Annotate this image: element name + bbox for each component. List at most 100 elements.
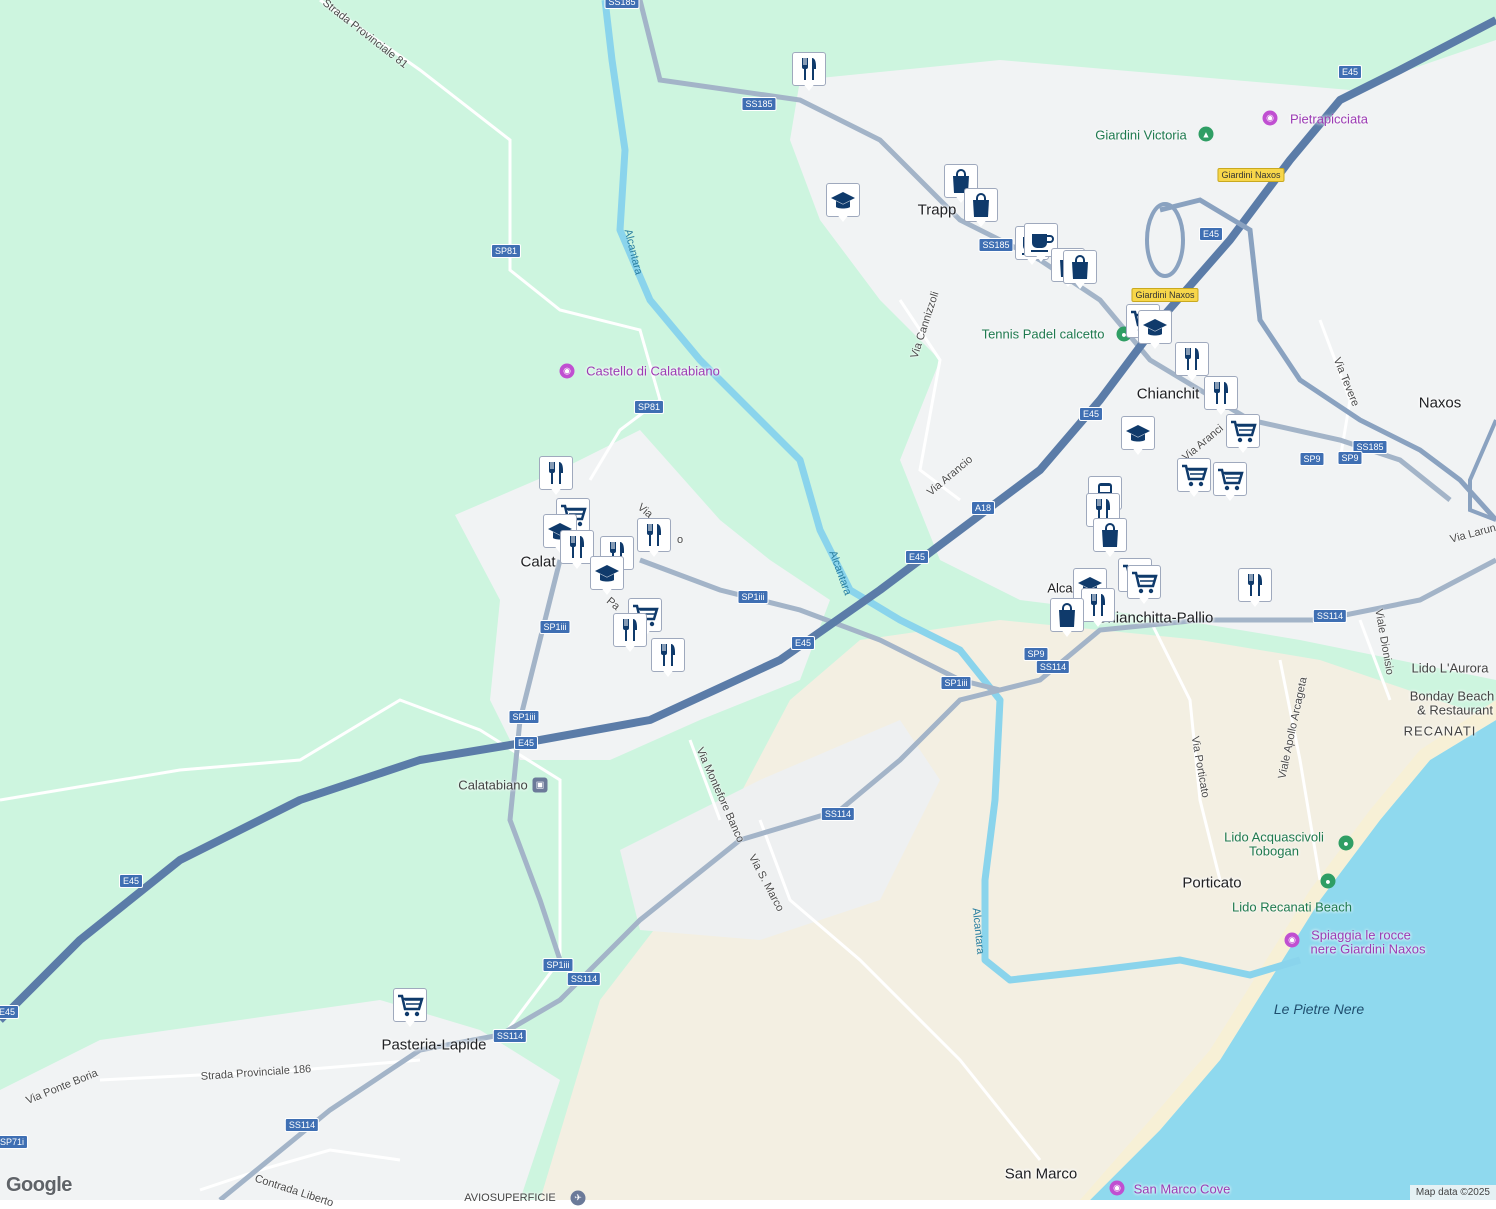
town-label-alcantara: Alca	[1047, 580, 1073, 596]
poi-label-san-marco-cove[interactable]: San Marco Cove	[1134, 1182, 1231, 1197]
road-shield: E45	[1078, 407, 1104, 421]
map-marker-restaurant[interactable]	[560, 530, 594, 572]
camera-icon: ◉	[1284, 932, 1300, 948]
map-marker-school[interactable]	[1121, 416, 1155, 458]
road-shield: SS114	[820, 807, 856, 821]
restaurant-icon	[1091, 594, 1105, 616]
school-icon	[831, 192, 855, 209]
camera-icon: ◉	[1109, 1180, 1125, 1196]
poi-label-station[interactable]: Calatabiano	[458, 778, 527, 793]
road-shield: E45	[1198, 227, 1224, 241]
poi-label-aviosuperficie[interactable]: AVIOSUPERFICIE	[464, 1192, 555, 1204]
park-icon: ●	[1320, 873, 1336, 889]
poi-label-spiaggia-2[interactable]: nere Giardini Naxos	[1311, 942, 1426, 957]
map-marker-restaurant[interactable]	[1081, 588, 1115, 630]
map-marker-restaurant[interactable]	[792, 52, 826, 94]
map-marker-school[interactable]	[826, 183, 860, 225]
sea-label-pietre-nere: Le Pietre Nere	[1273, 1001, 1365, 1017]
restaurant-icon	[661, 644, 675, 666]
road-shield: SS114	[566, 972, 602, 986]
map-marker-restaurant[interactable]	[1204, 376, 1238, 418]
road-shield: E45	[513, 736, 539, 750]
map-marker-restaurant[interactable]	[651, 638, 685, 680]
restaurant-icon	[647, 524, 661, 546]
restaurant-icon	[1248, 574, 1262, 596]
tree-icon: ▲	[1198, 126, 1214, 142]
road-shield: SS114	[284, 1118, 320, 1132]
poi-label-bonday-2[interactable]: & Restaurant	[1417, 703, 1493, 718]
poi-label-acquascivoli-1[interactable]: Lido Acquascivoli	[1224, 830, 1324, 845]
map-marker-grocery[interactable]	[1213, 462, 1247, 504]
town-label-calatabiano: Calat	[520, 553, 556, 571]
map-marker-shopping[interactable]	[1093, 518, 1127, 560]
road-shield-giardini-naxos: Giardini Naxos	[1217, 168, 1285, 182]
map-marker-restaurant[interactable]	[637, 518, 671, 560]
road-shield-giardini-naxos: Giardini Naxos	[1131, 288, 1199, 302]
map-marker-grocery[interactable]	[1177, 458, 1211, 500]
road-shield: SP1iii	[542, 958, 574, 972]
map-marker-restaurant[interactable]	[539, 456, 573, 498]
restaurant-icon	[802, 58, 816, 80]
poi-label-castello[interactable]: Castello di Calatabiano	[586, 364, 720, 379]
map-marker-grocery[interactable]	[1127, 565, 1161, 607]
road-shield: E45	[118, 874, 144, 888]
school-icon	[1126, 425, 1150, 442]
map-marker-grocery[interactable]	[1226, 414, 1260, 456]
shopping-icon	[1059, 603, 1075, 627]
map-marker-school[interactable]	[1138, 310, 1172, 352]
poi-label-bonday-1[interactable]: Bonday Beach	[1410, 689, 1495, 704]
poi-label-lido-aurora[interactable]: Lido L'Aurora	[1412, 661, 1489, 676]
map-marker-restaurant[interactable]	[1238, 568, 1272, 610]
road-shield: SS114	[492, 1029, 528, 1043]
park-icon: ●	[1338, 835, 1354, 851]
restaurant-icon	[1214, 382, 1228, 404]
google-logo: Google	[6, 1174, 72, 1196]
poi-label-tennis[interactable]: Tennis Padel calcetto	[982, 327, 1105, 342]
road-shield: SS114	[1035, 660, 1071, 674]
grocery-icon	[1132, 571, 1158, 594]
road-shield: SS185	[741, 97, 777, 111]
camera-icon: ◉	[559, 363, 575, 379]
road-shield: E45	[0, 1005, 20, 1019]
district-label-recanati: RECANATI	[1403, 723, 1477, 739]
road-shield: SP9	[1337, 451, 1363, 465]
poi-label-pietrapicciata[interactable]: Pietrapicciata	[1290, 112, 1368, 127]
road-shield: E45	[1337, 65, 1363, 79]
town-label-chianchitta: Chianchit	[1136, 385, 1200, 403]
poi-label-lido-recanati[interactable]: Lido Recanati Beach	[1232, 900, 1352, 915]
school-icon	[595, 565, 619, 582]
road-shield: SS114	[1312, 609, 1348, 623]
restaurant-icon	[570, 536, 584, 558]
poi-label-spiaggia-1[interactable]: Spiaggia le rocce	[1311, 928, 1411, 943]
road-shield: SP9	[1299, 452, 1325, 466]
grocery-icon	[398, 994, 424, 1017]
road-shield: SP81	[490, 244, 522, 258]
town-label-porticato: Porticato	[1182, 874, 1242, 892]
road-shield: SP71i	[0, 1135, 29, 1149]
map-marker-shopping[interactable]	[1050, 598, 1084, 640]
map-attribution[interactable]: Map data ©2025	[1409, 1185, 1496, 1200]
map-canvas[interactable]: ◉ ◉ ▲ ● ▣ ● ● ◉ ◉ ✈ Trapp Calat Chianchi…	[0, 0, 1496, 1209]
poi-label-acquascivoli-2[interactable]: Tobogan	[1249, 844, 1299, 859]
shopping-icon	[1072, 255, 1088, 279]
train-station-icon: ▣	[532, 777, 548, 793]
road-shield: SP81	[633, 400, 665, 414]
restaurant-icon	[1185, 348, 1199, 370]
town-label-pasteria: Pasteria-Lapide	[381, 1036, 487, 1054]
map-marker-shopping[interactable]	[1063, 250, 1097, 292]
road-shield: SP9	[1023, 647, 1049, 661]
road-shield: SS185	[978, 238, 1014, 252]
map-marker-school[interactable]	[590, 556, 624, 598]
road-shield: SP1iii	[539, 620, 571, 634]
map-marker-restaurant[interactable]	[613, 613, 647, 655]
map-marker-shopping[interactable]	[964, 188, 998, 230]
shopping-icon	[1102, 523, 1118, 547]
map-marker-grocery[interactable]	[393, 988, 427, 1030]
town-label-naxos: Naxos	[1418, 394, 1462, 412]
grocery-icon	[1182, 464, 1208, 487]
shopping-icon	[973, 193, 989, 217]
poi-label-giardini-victoria[interactable]: Giardini Victoria	[1095, 128, 1187, 143]
school-icon	[1143, 319, 1167, 336]
road-shield: A18	[970, 501, 996, 515]
airfield-icon: ✈	[570, 1190, 586, 1206]
